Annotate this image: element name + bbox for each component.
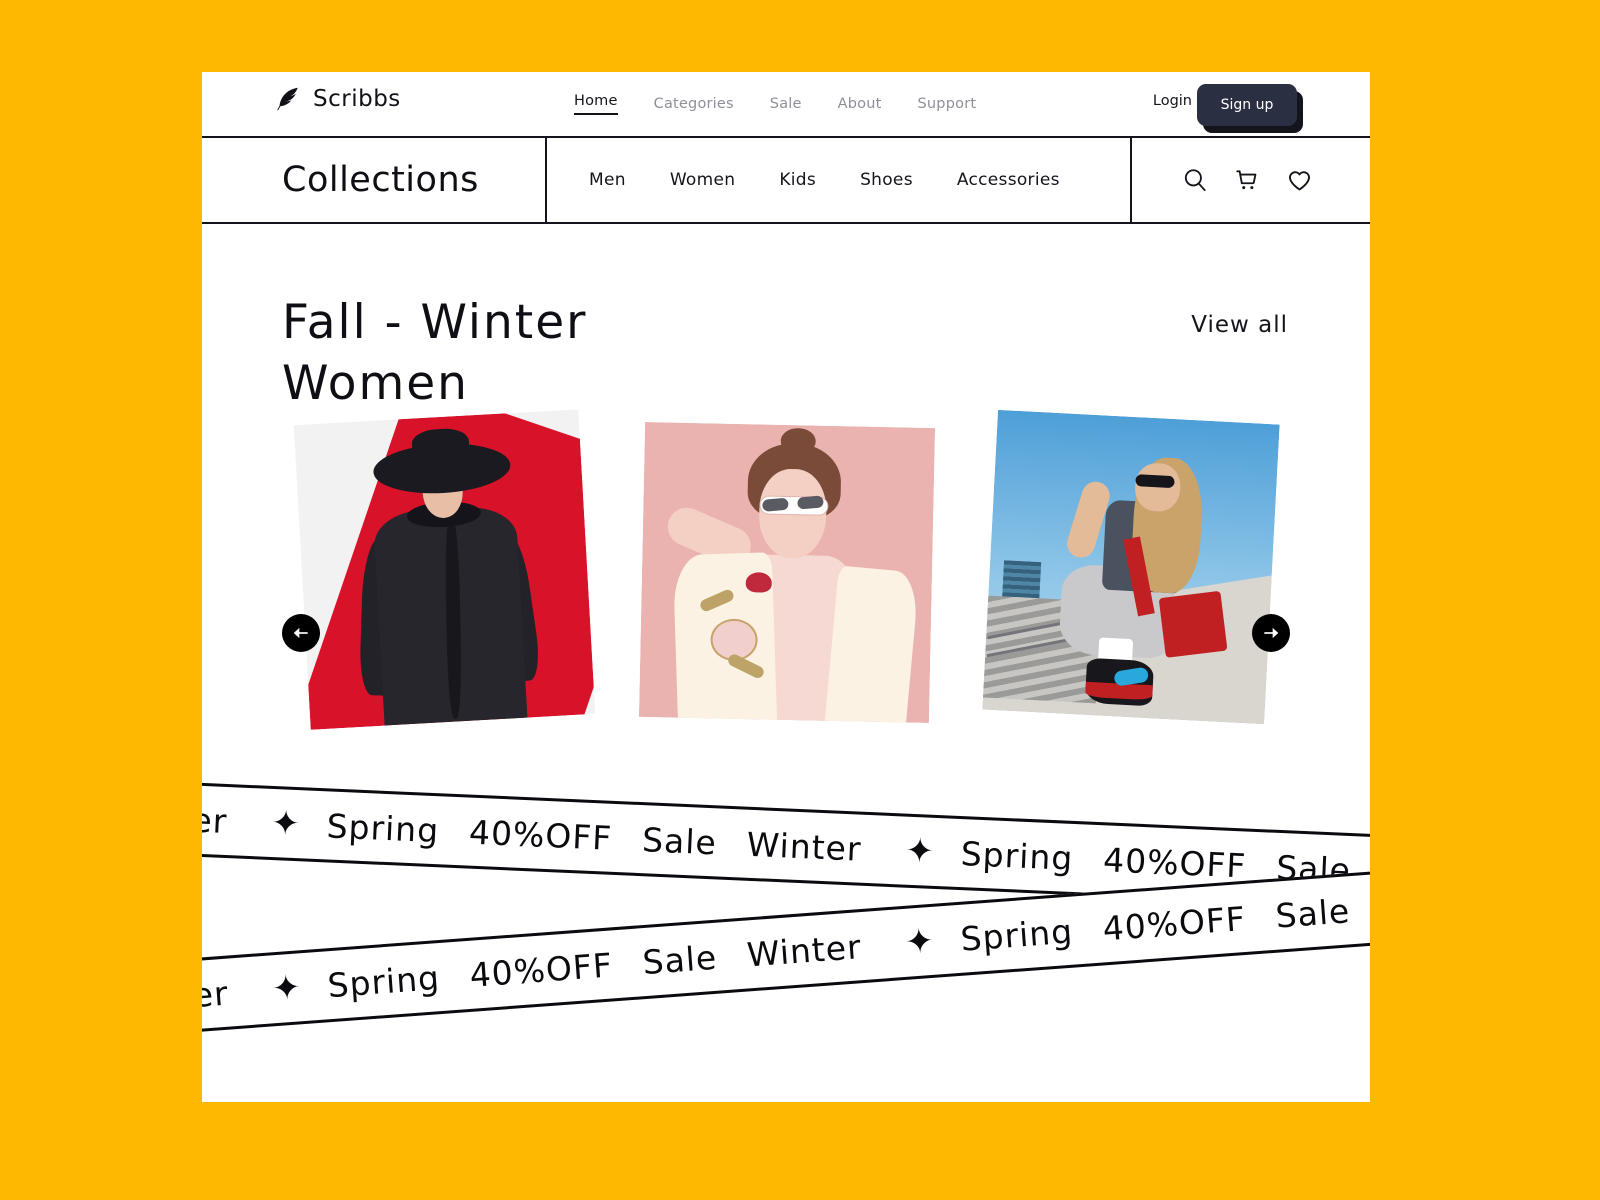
star-icon: ✦ xyxy=(270,802,302,845)
search-icon xyxy=(1184,169,1206,192)
top-navigation-bar: Scribbs Home Categories Sale About Suppo… xyxy=(202,72,1370,138)
star-icon: ✦ xyxy=(904,830,936,872)
product-image-3 xyxy=(982,409,1280,725)
marquee-item: Winter xyxy=(202,796,229,841)
product-carousel xyxy=(202,409,1370,747)
nav-link-support[interactable]: Support xyxy=(918,96,977,112)
category-link-shoes[interactable]: Shoes xyxy=(860,170,913,190)
search-button[interactable] xyxy=(1182,167,1208,193)
utility-icons xyxy=(1132,138,1370,222)
marquee-item: Spring xyxy=(960,833,1075,878)
nav-link-sale[interactable]: Sale xyxy=(770,96,802,112)
category-link-accessories[interactable]: Accessories xyxy=(957,170,1060,190)
view-all-link[interactable]: View all xyxy=(1191,312,1288,338)
feather-quill-icon xyxy=(277,87,299,111)
page-title: Fall - Winter Women xyxy=(282,295,588,411)
brand-name: Scribbs xyxy=(313,86,401,112)
product-image-1 xyxy=(293,409,596,730)
marquee-item: Sale xyxy=(641,819,718,862)
heart-icon xyxy=(1288,170,1311,190)
signup-button[interactable]: Sign up xyxy=(1197,84,1297,126)
category-link-men[interactable]: Men xyxy=(589,170,626,190)
marquee-item: Winter xyxy=(745,824,863,869)
carousel-prev-button[interactable] xyxy=(282,614,320,652)
marquee-item: Spring xyxy=(326,957,442,1005)
signup-button-wrapper: Sign up xyxy=(1197,84,1303,133)
collections-title-cell: Collections xyxy=(202,138,547,222)
nav-link-about[interactable]: About xyxy=(838,96,882,112)
carousel-slide-3[interactable] xyxy=(982,409,1280,725)
brand-logo[interactable]: Scribbs xyxy=(275,86,401,112)
star-icon: ✦ xyxy=(270,967,304,1010)
collections-title: Collections xyxy=(282,160,479,200)
marquee-item: 40%OFF xyxy=(468,944,615,995)
nav-link-home[interactable]: Home xyxy=(574,93,618,115)
marquee-item: Sale xyxy=(1274,890,1352,936)
marquee-item: Sale xyxy=(641,937,719,982)
category-link-women[interactable]: Women xyxy=(670,170,736,190)
wishlist-button[interactable] xyxy=(1286,167,1313,194)
nav-link-categories[interactable]: Categories xyxy=(654,96,734,112)
marquee-item: Spring xyxy=(325,805,441,850)
cart-icon xyxy=(1236,170,1257,190)
login-link[interactable]: Login xyxy=(1153,93,1192,109)
arrow-right-icon xyxy=(1264,628,1279,638)
cart-button[interactable] xyxy=(1234,167,1260,193)
category-nav: Men Women Kids Shoes Accessories xyxy=(547,138,1132,222)
category-link-kids[interactable]: Kids xyxy=(779,170,816,190)
star-icon: ✦ xyxy=(903,920,937,963)
carousel-next-button[interactable] xyxy=(1252,614,1290,652)
marquee-item: Winter xyxy=(202,973,230,1021)
marquee-item: 40%OFF xyxy=(468,812,614,858)
marquee-item: Winter xyxy=(745,926,863,974)
product-image-2 xyxy=(638,421,936,724)
promo-marquee: Winter ✦ Spring 40%OFF Sale Winter ✦ Spr… xyxy=(202,762,1370,1082)
primary-nav: Home Categories Sale About Support xyxy=(574,93,976,115)
marquee-item: 40%OFF xyxy=(1101,898,1248,948)
carousel-slide-2[interactable] xyxy=(638,421,936,724)
site-page: Scribbs Home Categories Sale About Suppo… xyxy=(202,72,1370,1102)
marquee-band-2: Winter ✦ Spring 40%OFF Sale Winter ✦ Spr… xyxy=(202,860,1370,1038)
collections-bar: Collections Men Women Kids Shoes Accesso… xyxy=(202,138,1370,224)
marquee-item: Spring xyxy=(959,911,1075,959)
carousel-slide-1[interactable] xyxy=(293,409,596,730)
arrow-left-icon xyxy=(293,628,308,638)
